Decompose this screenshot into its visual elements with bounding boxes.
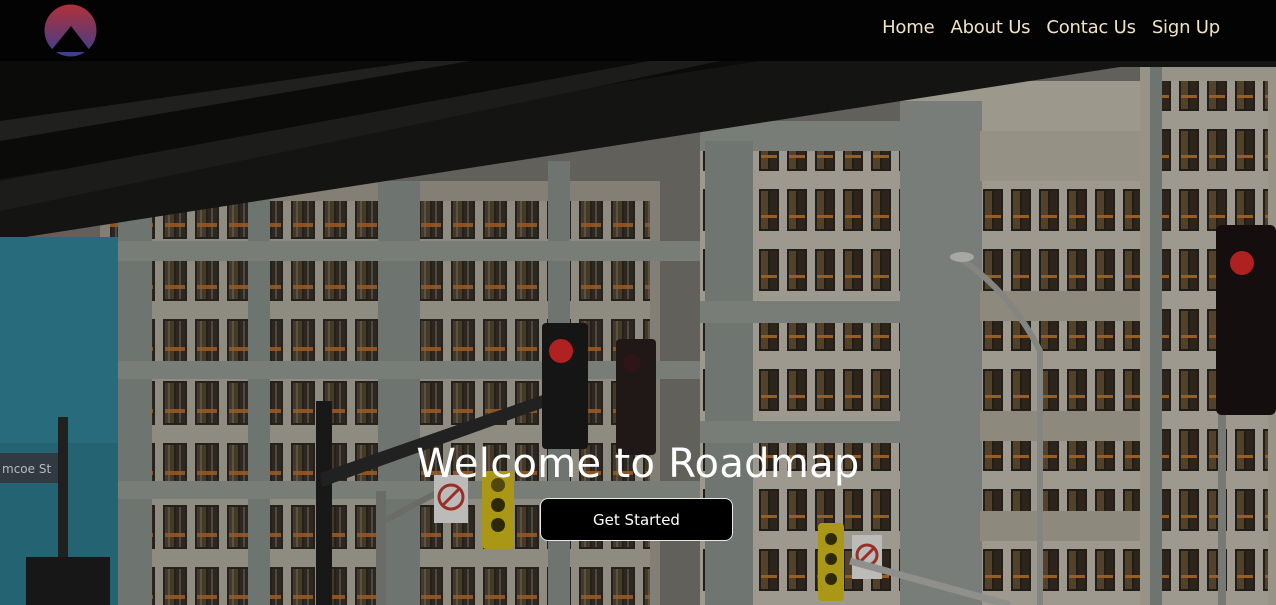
nav-contact-link[interactable]: Contac Us: [1046, 17, 1136, 38]
nav-links: Home About Us Contac Us Sign Up: [882, 17, 1220, 38]
nav-about-link[interactable]: About Us: [950, 17, 1030, 38]
hero-title: Welcome to Roadmap: [416, 441, 860, 487]
get-started-button[interactable]: Get Started: [540, 498, 733, 541]
top-navbar: Home About Us Contac Us Sign Up: [0, 0, 1276, 61]
hero-section: mcoe St Welcome to Roadmap Get Started: [0, 61, 1276, 605]
nav-home-link[interactable]: Home: [882, 17, 935, 38]
logo-icon[interactable]: [44, 4, 97, 57]
nav-signup-link[interactable]: Sign Up: [1152, 17, 1220, 38]
